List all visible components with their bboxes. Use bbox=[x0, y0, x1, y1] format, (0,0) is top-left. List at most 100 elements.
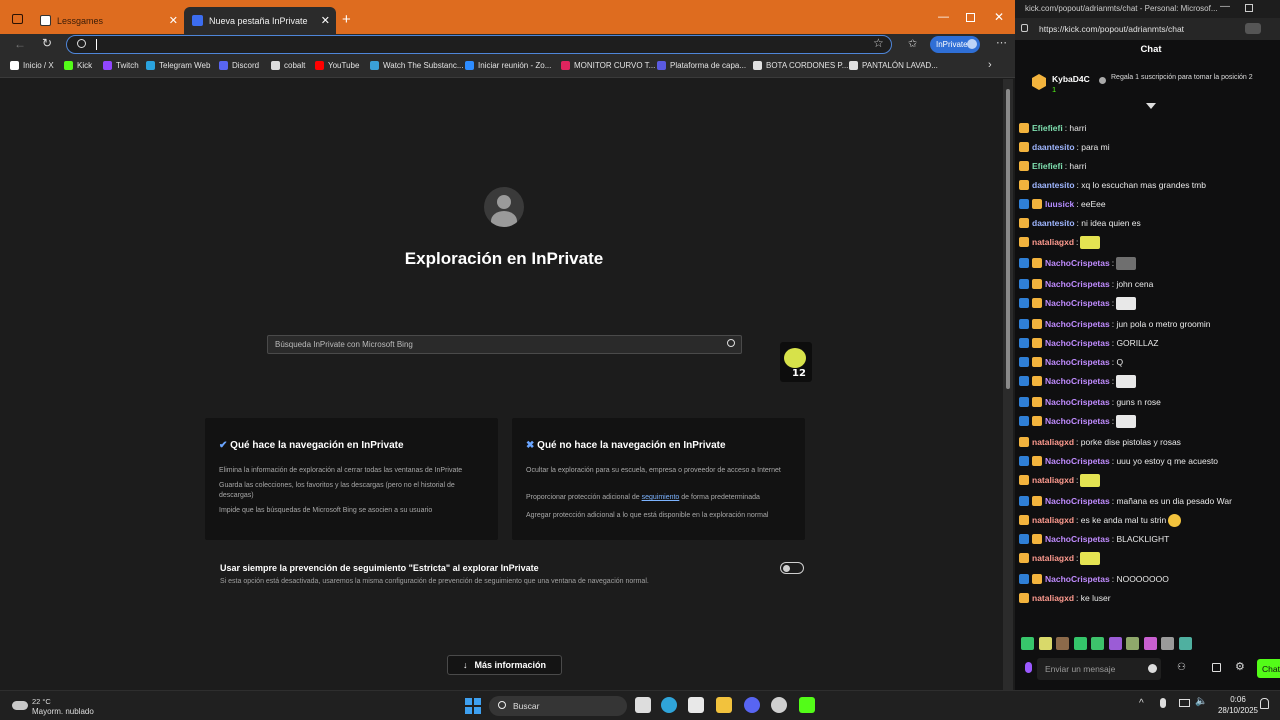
tray-chevron-icon[interactable]: ^ bbox=[1139, 698, 1144, 709]
search-icon[interactable] bbox=[727, 339, 735, 347]
bookmark-item[interactable]: Telegram Web bbox=[146, 61, 210, 70]
close-window-icon[interactable]: ✕ bbox=[994, 10, 1004, 24]
minimize-icon[interactable]: — bbox=[938, 11, 949, 23]
kick-app-icon[interactable] bbox=[799, 697, 815, 713]
chat-url[interactable]: https://kick.com/popout/adrianmts/chat bbox=[1039, 24, 1184, 34]
maximize-icon[interactable] bbox=[966, 13, 975, 22]
users-icon[interactable]: ⚇ bbox=[1177, 662, 1186, 673]
discord-icon[interactable] bbox=[744, 697, 760, 713]
close-tab-icon[interactable]: ✕ bbox=[321, 14, 330, 27]
chat-username[interactable]: NachoCrispetas bbox=[1045, 534, 1110, 544]
quick-emote-icon[interactable] bbox=[1038, 637, 1052, 650]
chat-username[interactable]: Efiefiefi bbox=[1032, 161, 1063, 171]
bookmark-item[interactable]: Discord bbox=[219, 61, 259, 70]
task-view-icon[interactable] bbox=[635, 697, 651, 713]
network-icon[interactable] bbox=[1179, 699, 1190, 707]
quick-emote-icon[interactable] bbox=[1073, 637, 1087, 650]
quick-emote-icon[interactable] bbox=[1161, 637, 1174, 650]
chat-username[interactable]: Efiefiefi bbox=[1032, 123, 1063, 133]
windows-start-icon[interactable] bbox=[465, 698, 481, 714]
strict-prevention-toggle[interactable] bbox=[780, 562, 804, 574]
chat-username[interactable]: daantesito bbox=[1032, 180, 1075, 190]
chat-username[interactable]: daantesito bbox=[1032, 142, 1075, 152]
chat-username[interactable]: luusick bbox=[1045, 199, 1074, 209]
close-tab-icon[interactable]: ✕ bbox=[169, 14, 178, 27]
bookmark-item[interactable]: Twitch bbox=[103, 61, 139, 70]
chat-username[interactable]: nataliagxd bbox=[1032, 475, 1074, 485]
notifications-icon[interactable] bbox=[1260, 698, 1269, 709]
new-tab-icon[interactable]: + bbox=[342, 11, 351, 28]
scroll-to-bottom-icon[interactable] bbox=[1146, 103, 1156, 111]
bookmarks-overflow-icon[interactable]: › bbox=[988, 59, 992, 71]
clock-time[interactable]: 0:06 bbox=[1218, 695, 1258, 704]
chat-message-input[interactable]: Enviar un mensaje bbox=[1037, 658, 1161, 680]
quick-emote-icon[interactable] bbox=[1143, 637, 1157, 650]
pinned-user[interactable]: KybaD4C bbox=[1052, 74, 1090, 84]
quick-emote-icon[interactable] bbox=[1126, 637, 1139, 650]
microphone-icon[interactable] bbox=[1025, 662, 1032, 673]
tab-lessgames[interactable]: Lessgames ✕ bbox=[32, 7, 184, 34]
bookmark-item[interactable]: YouTube bbox=[315, 61, 359, 70]
chat-username[interactable]: nataliagxd bbox=[1032, 237, 1074, 247]
chat-username[interactable]: NachoCrispetas bbox=[1045, 397, 1110, 407]
tracking-prevention-icon[interactable] bbox=[1245, 23, 1261, 34]
back-icon[interactable]: ← bbox=[14, 37, 26, 51]
more-info-button[interactable]: ↓ Más información bbox=[447, 655, 562, 675]
bookmark-item[interactable]: PANTALÓN LAVAD... bbox=[849, 61, 938, 70]
refresh-icon[interactable]: ↻ bbox=[42, 36, 52, 50]
store-icon[interactable] bbox=[688, 697, 704, 713]
chat-username[interactable]: NachoCrispetas bbox=[1045, 456, 1110, 466]
page-scrollbar[interactable] bbox=[1003, 79, 1013, 690]
favorites-icon[interactable]: ✩ bbox=[908, 37, 917, 50]
chat-username[interactable]: NachoCrispetas bbox=[1045, 338, 1110, 348]
more-options-icon[interactable]: ⋯ bbox=[996, 36, 1007, 49]
address-bar[interactable]: ☆ bbox=[66, 35, 892, 54]
chrome-icon[interactable] bbox=[771, 697, 787, 713]
settings-gear-icon[interactable]: ⚙ bbox=[1235, 660, 1245, 673]
favorite-star-icon[interactable]: ☆ bbox=[873, 36, 884, 50]
minimize-icon[interactable]: — bbox=[1220, 1, 1230, 12]
chat-username[interactable]: nataliagxd bbox=[1032, 515, 1074, 525]
send-chat-button[interactable]: Chat bbox=[1257, 659, 1280, 678]
tab-actions-icon[interactable] bbox=[12, 14, 23, 24]
chat-username[interactable]: NachoCrispetas bbox=[1045, 357, 1110, 367]
tracking-link[interactable]: seguimiento bbox=[642, 494, 680, 501]
chat-username[interactable]: NachoCrispetas bbox=[1045, 258, 1110, 268]
chat-username[interactable]: nataliagxd bbox=[1032, 553, 1074, 563]
maximize-icon[interactable] bbox=[1245, 4, 1253, 12]
quick-emote-icon[interactable] bbox=[1178, 637, 1192, 650]
chat-username[interactable]: NachoCrispetas bbox=[1045, 574, 1110, 584]
bookmark-item[interactable]: BOTA CORDONES P... bbox=[753, 61, 848, 70]
bookmark-item[interactable]: MONITOR CURVO T... bbox=[561, 61, 655, 70]
chat-username[interactable]: NachoCrispetas bbox=[1045, 496, 1110, 506]
edge-icon[interactable] bbox=[661, 697, 677, 713]
chat-username[interactable]: NachoCrispetas bbox=[1045, 319, 1110, 329]
quick-emote-icon[interactable] bbox=[1021, 637, 1034, 650]
quick-emote-icon[interactable] bbox=[1108, 637, 1122, 650]
emoji-icon[interactable] bbox=[1148, 664, 1157, 673]
chat-username[interactable]: NachoCrispetas bbox=[1045, 298, 1110, 308]
bookmark-item[interactable]: Inicio / X bbox=[10, 61, 54, 70]
inprivate-badge[interactable]: InPrivate bbox=[930, 36, 980, 53]
bookmark-item[interactable]: Kick bbox=[64, 61, 92, 70]
bookmark-item[interactable]: Iniciar reunión - Zo... bbox=[465, 61, 551, 70]
tab-inprivate[interactable]: Nueva pestaña InPrivate ✕ bbox=[184, 7, 336, 34]
volume-icon[interactable]: 🔈 bbox=[1195, 696, 1207, 707]
bing-search-input[interactable]: Búsqueda InPrivate con Microsoft Bing bbox=[267, 335, 742, 354]
chat-username[interactable]: nataliagxd bbox=[1032, 593, 1074, 603]
clock-date[interactable]: 28/10/2025 bbox=[1212, 706, 1264, 715]
quick-emote-icon[interactable] bbox=[1056, 637, 1069, 650]
bookmark-item[interactable]: Watch The Substanc... bbox=[370, 61, 463, 70]
chat-username[interactable]: daantesito bbox=[1032, 218, 1075, 228]
scroll-thumb[interactable] bbox=[1006, 89, 1010, 389]
chat-username[interactable]: NachoCrispetas bbox=[1045, 416, 1110, 426]
chat-username[interactable]: NachoCrispetas bbox=[1045, 376, 1110, 386]
mic-tray-icon[interactable] bbox=[1160, 698, 1166, 708]
chat-username[interactable]: NachoCrispetas bbox=[1045, 279, 1110, 289]
bookmark-item[interactable]: Plataforma de capa... bbox=[657, 61, 746, 70]
chat-username[interactable]: nataliagxd bbox=[1032, 437, 1074, 447]
calendar-icon[interactable] bbox=[1212, 663, 1221, 672]
weather-widget[interactable]: 22 °C Mayorm. nublado bbox=[0, 693, 100, 719]
bookmark-item[interactable]: cobalt bbox=[271, 61, 305, 70]
taskbar-search[interactable]: Buscar bbox=[489, 696, 627, 716]
